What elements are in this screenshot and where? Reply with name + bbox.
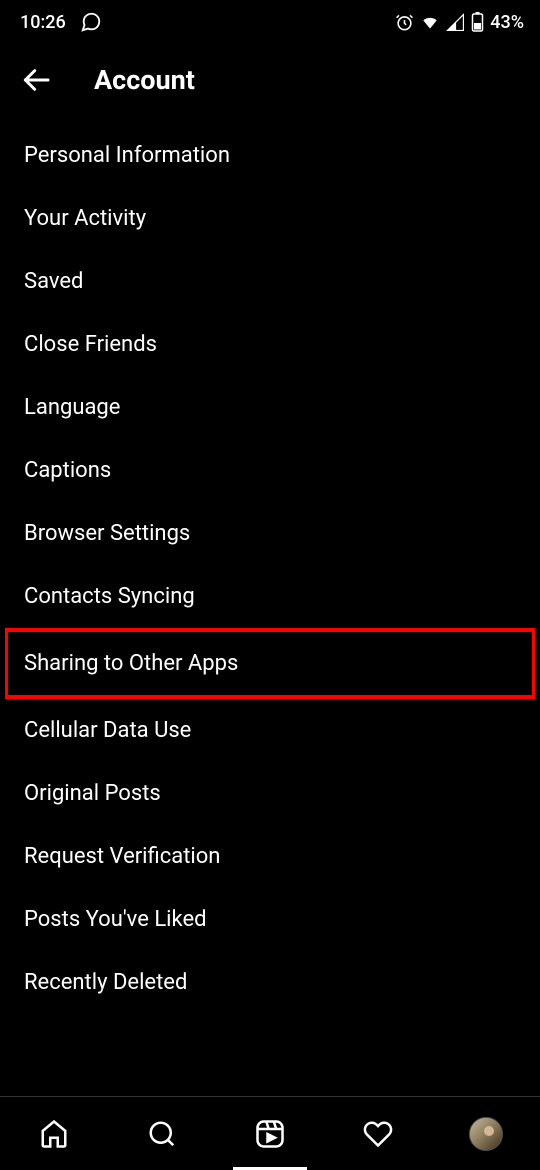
page-title: Account (94, 64, 195, 96)
status-left: 10:26 (20, 11, 102, 33)
heart-icon (363, 1119, 393, 1149)
account-menu-list: Personal Information Your Activity Saved… (0, 124, 540, 1014)
reels-icon (255, 1119, 285, 1149)
status-time: 10:26 (20, 12, 66, 33)
menu-item-your-activity[interactable]: Your Activity (0, 187, 540, 250)
menu-item-request-verification[interactable]: Request Verification (0, 825, 540, 888)
menu-item-close-friends[interactable]: Close Friends (0, 313, 540, 376)
alarm-icon (395, 13, 414, 32)
nav-home[interactable] (30, 1110, 78, 1158)
nav-search[interactable] (138, 1110, 186, 1158)
whatsapp-icon (80, 11, 102, 33)
menu-item-browser-settings[interactable]: Browser Settings (0, 502, 540, 565)
menu-item-cellular-data-use[interactable]: Cellular Data Use (0, 699, 540, 762)
menu-item-posts-youve-liked[interactable]: Posts You've Liked (0, 888, 540, 951)
menu-item-captions[interactable]: Captions (0, 439, 540, 502)
search-icon (147, 1119, 177, 1149)
wifi-icon (420, 12, 440, 32)
status-bar: 10:26 (0, 0, 540, 40)
back-arrow-icon (20, 64, 52, 96)
menu-item-contacts-syncing[interactable]: Contacts Syncing (0, 565, 540, 628)
profile-avatar (469, 1117, 503, 1151)
menu-item-saved[interactable]: Saved (0, 250, 540, 313)
menu-item-language[interactable]: Language (0, 376, 540, 439)
menu-item-recently-deleted[interactable]: Recently Deleted (0, 951, 540, 1014)
menu-item-original-posts[interactable]: Original Posts (0, 762, 540, 825)
nav-profile[interactable] (462, 1110, 510, 1158)
menu-item-sharing-to-other-apps[interactable]: Sharing to Other Apps (5, 628, 535, 699)
home-icon (39, 1119, 69, 1149)
signal-icon (446, 13, 465, 32)
battery-percent: 43% (490, 12, 524, 33)
battery-icon (471, 12, 484, 32)
nav-activity[interactable] (354, 1110, 402, 1158)
bottom-nav (0, 1096, 540, 1170)
status-right: 43% (395, 12, 524, 33)
page-header: Account (0, 40, 540, 124)
nav-reels[interactable] (246, 1110, 294, 1158)
back-button[interactable] (20, 64, 52, 96)
menu-item-personal-information[interactable]: Personal Information (0, 124, 540, 187)
